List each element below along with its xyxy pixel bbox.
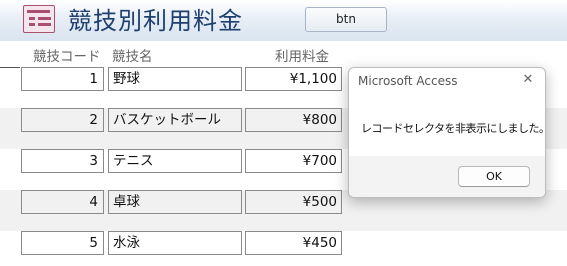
fee-field[interactable]: ¥500: [245, 190, 342, 214]
name-field[interactable]: バスケットボール: [108, 108, 242, 132]
code-field[interactable]: 3: [21, 149, 104, 173]
record-row: 5 水泳 ¥450: [0, 231, 567, 266]
code-field[interactable]: 1: [21, 67, 104, 91]
column-header-fee: 利用料金: [275, 49, 329, 65]
message-dialog: Microsoft Access ✕ レコードセレクタを非表示にしました。 OK: [348, 67, 546, 198]
fee-field[interactable]: ¥700: [245, 149, 342, 173]
form-header: 競技別利用料金 btn: [0, 0, 567, 41]
name-field[interactable]: 野球: [108, 67, 242, 91]
ok-button[interactable]: OK: [458, 166, 530, 187]
code-field[interactable]: 5: [21, 231, 104, 255]
column-header-code: 競技コード: [33, 49, 101, 65]
name-field[interactable]: 卓球: [108, 190, 242, 214]
dialog-title: Microsoft Access: [358, 74, 458, 88]
dialog-footer: OK: [349, 156, 545, 197]
close-icon[interactable]: ✕: [519, 71, 537, 89]
column-header-name: 競技名: [112, 49, 153, 65]
form-title: 競技別利用料金: [68, 7, 243, 35]
code-field[interactable]: 2: [21, 108, 104, 132]
btn-button[interactable]: btn: [305, 7, 387, 32]
code-field[interactable]: 4: [21, 190, 104, 214]
dialog-message: レコードセレクタを非表示にしました。: [361, 122, 546, 135]
name-field[interactable]: テニス: [108, 149, 242, 173]
form-icon: [23, 5, 55, 33]
name-field[interactable]: 水泳: [108, 231, 242, 255]
fee-field[interactable]: ¥1,100: [245, 67, 342, 91]
column-headers: 競技コード 競技名 利用料金: [0, 41, 567, 67]
fee-field[interactable]: ¥800: [245, 108, 342, 132]
fee-field[interactable]: ¥450: [245, 231, 342, 255]
